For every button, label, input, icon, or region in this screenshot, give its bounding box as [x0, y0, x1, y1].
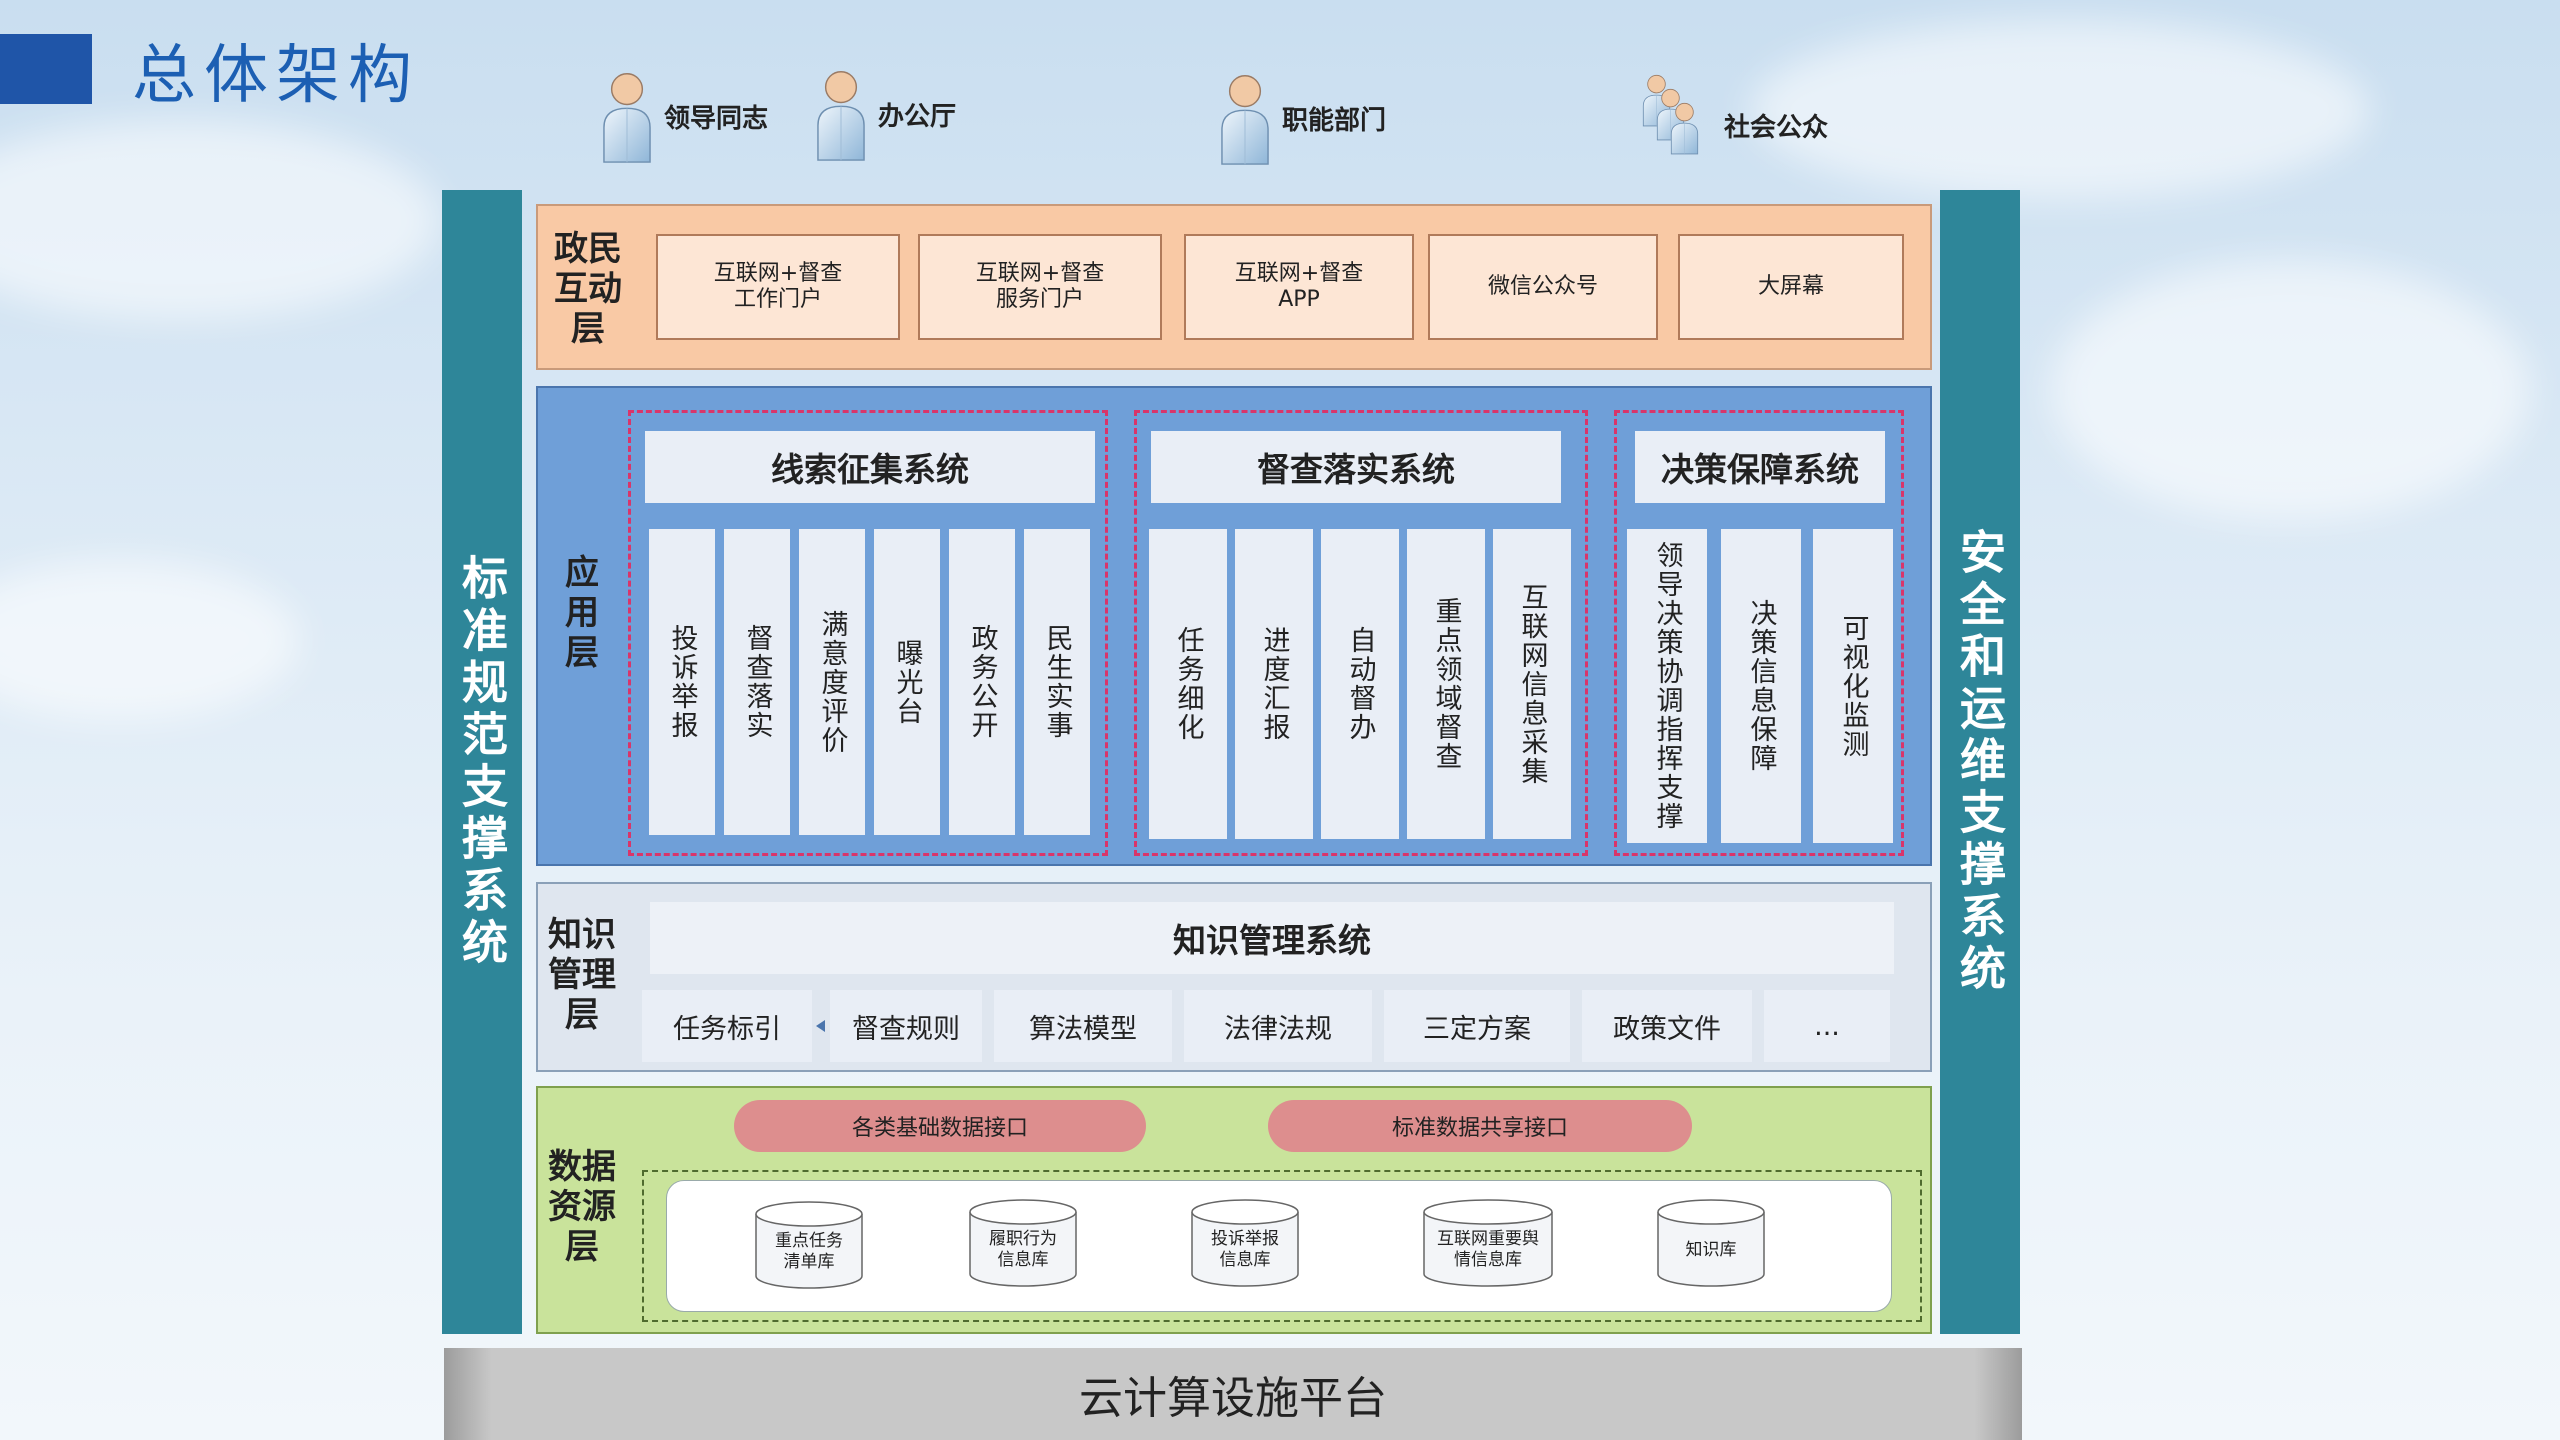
person-icon — [598, 68, 656, 164]
module-visual-monitoring: 可视化监测 — [1813, 529, 1893, 843]
layer-label: 数据 资源 层 — [548, 1147, 616, 1267]
background-cloud — [0, 120, 440, 320]
module-auto-supervision: 自动督办 — [1321, 529, 1399, 839]
background-cloud — [0, 560, 300, 720]
knowledge-item-task-indexing: 任务标引 — [642, 990, 812, 1062]
module-leader-decision-coordination: 领导决策协调指挥支撑 — [1627, 529, 1707, 843]
supervision-implementation-system: 督查落实系统 任务细化 进度汇报 自动督办 重点领域督查 互联网信息采集 — [1134, 410, 1588, 856]
knowledge-management-layer: 知识 管理 层 知识管理系统 任务标引 督查规则 算法模型 法律法规 三定方案 … — [536, 882, 1932, 1072]
system-title: 线索征集系统 — [645, 431, 1095, 503]
module-progress-report: 进度汇报 — [1235, 529, 1313, 839]
security-ops-support-column: 安全和运维支撑系统 — [1940, 190, 2020, 1334]
user-public: 社会公众 — [1640, 72, 1828, 178]
user-label: 办公厅 — [878, 101, 957, 132]
knowledge-management-system: 知识管理系统 — [650, 902, 1894, 974]
background-cloud — [2050, 260, 2530, 520]
database-label: 投诉举报 信息库 — [1211, 1229, 1279, 1270]
portal-wechat: 微信公众号 — [1428, 234, 1658, 340]
user-general-office: 办公厅 — [812, 66, 956, 162]
knowledge-item-supervision-rules: 督查规则 — [830, 990, 982, 1062]
portal-work: 互联网+督查 工作门户 — [656, 234, 900, 340]
database-label: 互联网重要舆 情信息库 — [1437, 1229, 1539, 1270]
module-satisfaction-evaluation: 满意度评价 — [799, 529, 865, 835]
module-government-transparency: 政务公开 — [949, 529, 1015, 835]
portal-big-screen: 大屏幕 — [1678, 234, 1904, 340]
platform-label: 云计算设施平台 — [1079, 1373, 1387, 1424]
module-decision-info-support: 决策信息保障 — [1721, 529, 1801, 843]
database-knowledge: 知识库 — [1656, 1198, 1766, 1288]
side-label: 安全和运维支撑系统 — [1953, 528, 2007, 996]
interface-standard-data-sharing: 标准数据共享接口 — [1268, 1100, 1692, 1152]
module-exposure-platform: 曝光台 — [874, 529, 940, 835]
database-duty-behavior: 履职行为 信息库 — [968, 1198, 1078, 1288]
person-icon — [812, 66, 870, 162]
database-key-tasks: 重点任务 清单库 — [754, 1200, 864, 1290]
module-supervision-implementation: 督查落实 — [724, 529, 790, 835]
person-icon — [1216, 70, 1274, 166]
decision-support-system: 决策保障系统 领导决策协调指挥支撑 决策信息保障 可视化监测 — [1614, 410, 1904, 856]
clue-collection-system: 线索征集系统 投诉举报 督查落实 满意度评价 曝光台 政务公开 民生实事 — [628, 410, 1108, 856]
knowledge-item-more: ... — [1764, 990, 1890, 1062]
user-leaders: 领导同志 — [598, 68, 768, 164]
system-title: 督查落实系统 — [1151, 431, 1561, 503]
module-livelihood-affairs: 民生实事 — [1024, 529, 1090, 835]
user-functional-departments: 职能部门 — [1216, 70, 1386, 166]
interaction-layer: 政民 互动 层 互联网+督查 工作门户 互联网+督查 服务门户 互联网+督查 A… — [536, 204, 1932, 370]
group-icon — [1642, 74, 1699, 155]
knowledge-item-three-determinations: 三定方案 — [1384, 990, 1570, 1062]
portal-app: 互联网+督查 APP — [1184, 234, 1414, 340]
interface-basic-data: 各类基础数据接口 — [734, 1100, 1146, 1152]
database-label: 重点任务 清单库 — [775, 1231, 843, 1272]
arrow-left-icon — [816, 1020, 825, 1032]
side-label: 标准规范支撑系统 — [455, 554, 509, 970]
database-public-opinion: 互联网重要舆 情信息库 — [1422, 1198, 1554, 1288]
cloud-platform: 云计算设施平台 — [444, 1348, 2022, 1440]
background-cloud — [1750, 20, 2370, 200]
knowledge-item-algorithm-models: 算法模型 — [994, 990, 1172, 1062]
database-label: 履职行为 信息库 — [989, 1229, 1057, 1270]
title-accent-bar — [0, 34, 92, 104]
layer-label: 应 用 层 — [565, 553, 599, 673]
knowledge-item-policy-documents: 政策文件 — [1582, 990, 1752, 1062]
database-label: 知识库 — [1685, 1239, 1737, 1260]
page-title: 总体架构 — [132, 39, 420, 113]
user-label: 领导同志 — [664, 103, 769, 134]
standards-support-column: 标准规范支撑系统 — [442, 190, 522, 1334]
portal-service: 互联网+督查 服务门户 — [918, 234, 1162, 340]
application-layer: 应 用 层 线索征集系统 投诉举报 督查落实 满意度评价 曝光台 政务公开 民生… — [536, 386, 1932, 866]
system-title: 决策保障系统 — [1635, 431, 1885, 503]
layer-label: 政民 互动 层 — [554, 229, 622, 349]
knowledge-item-laws-regulations: 法律法规 — [1184, 990, 1372, 1062]
module-task-refinement: 任务细化 — [1149, 529, 1227, 839]
layer-label: 知识 管理 层 — [548, 915, 616, 1035]
user-label: 社会公众 — [1724, 112, 1829, 143]
database-complaints: 投诉举报 信息库 — [1190, 1198, 1300, 1288]
module-internet-info-collection: 互联网信息采集 — [1493, 529, 1571, 839]
module-key-area-inspection: 重点领域督查 — [1407, 529, 1485, 839]
module-complaint-report: 投诉举报 — [649, 529, 715, 835]
user-label: 职能部门 — [1282, 105, 1387, 136]
